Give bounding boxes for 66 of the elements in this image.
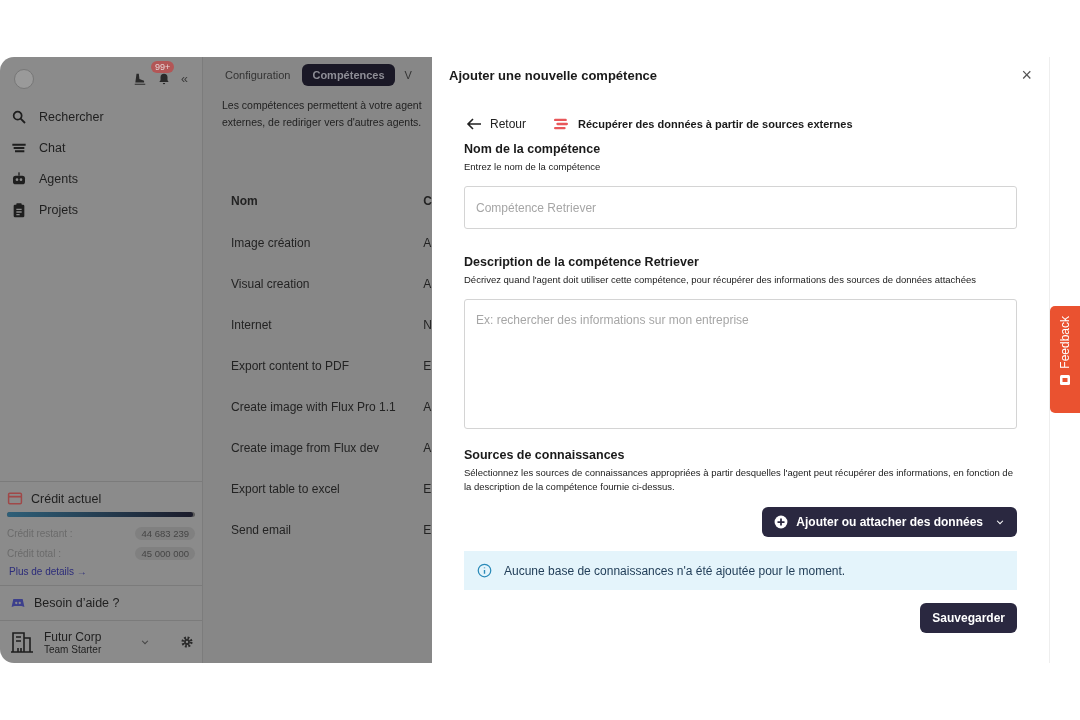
table-cell: Create image from Flux dev [222, 427, 424, 468]
nav-item[interactable]: Rechercher [0, 101, 202, 132]
section-hint: Sélectionnez les sources de connaissances appropriées à partir desquelles l'agent peut récupérer des informations, en fonction de la description de la compétence fournie ci-dessus. [464, 466, 1014, 494]
chevron-down-icon [140, 637, 150, 647]
search-icon [11, 108, 27, 125]
table-cell-text: Export table to excel [230, 480, 341, 498]
building-icon [10, 630, 34, 654]
field-label: Nom de la compétence [464, 142, 602, 156]
credit-card-icon [7, 492, 23, 506]
column-header: Nom [222, 194, 424, 222]
section-label: Sources de connaissances [464, 448, 626, 462]
game-controller-icon [10, 596, 26, 610]
description-text: externes, de rediriger vers d'autres agents. [222, 115, 423, 130]
table-cell-text: E [423, 357, 432, 375]
table-cell: Create image with Flux Pro 1.1 [222, 386, 424, 427]
table-cell-text: Export content to PDF [230, 357, 351, 375]
info-icon [477, 563, 492, 578]
notification-badge: 99+ [151, 61, 175, 73]
table-cell-text: A [423, 234, 432, 252]
table-cell: Visual creation [222, 263, 424, 304]
dialog-title: Ajouter une nouvelle compétence [449, 67, 658, 83]
field-hint: Entrez le nom de la compétence [464, 160, 602, 174]
stacked-lines-icon [552, 117, 571, 131]
field-hint: Décrivez quand l'agent doit utiliser cette compétence, pour récupérer des informations des sources de données attachées [464, 273, 977, 287]
close-button[interactable]: × [1021, 66, 1032, 84]
table-cell-text: A [423, 398, 432, 416]
help-item[interactable]: Besoin d’aide ? [0, 585, 202, 621]
table-cell-text: Send email [230, 521, 293, 539]
avatar[interactable] [14, 69, 34, 89]
back-button[interactable]: Retour [464, 117, 527, 131]
ice-skate-icon [133, 72, 148, 86]
credit-title: Crédit actuel [31, 492, 102, 506]
nav-item[interactable]: Agents [0, 163, 202, 194]
input-field[interactable]: Compétence Retriever [464, 186, 1017, 229]
source-title: Récupérer des données à partir de sources externes [578, 118, 853, 130]
workspace-name: Futur Corp [44, 629, 103, 644]
feedback-tab[interactable]: Feedback [1050, 305, 1080, 413]
workspace-plan: Team Starter [44, 643, 103, 655]
settings-icon [180, 635, 194, 649]
tab[interactable]: V [396, 64, 412, 86]
collapse-button[interactable]: « [181, 72, 188, 86]
chevron-down-icon [995, 517, 1005, 527]
feedback-icon [1059, 374, 1071, 387]
table-cell-text: N [423, 316, 432, 334]
plus-circle-icon [774, 515, 789, 529]
text-area[interactable]: Ex: rechercher des informations sur mon entreprise [464, 299, 1017, 429]
robot-icon [11, 170, 27, 187]
tab[interactable]: Compétences [302, 64, 395, 86]
table-cell-text: A [423, 439, 432, 457]
arrow-left-icon [466, 118, 482, 130]
table-cell-text: E [423, 480, 432, 498]
table-cell-text: E [423, 521, 432, 539]
save-button[interactable]: Sauvegarder [920, 603, 1017, 633]
add-data-button[interactable]: Ajouter ou attacher des données [762, 507, 1017, 537]
table-cell-text: Internet [230, 316, 273, 334]
info-text: Aucune base de connaissances n'a été ajoutée pour le moment. [504, 563, 846, 578]
column-header: C [423, 194, 432, 210]
table-cell: Image création [222, 222, 424, 263]
nav-item[interactable]: Chat [0, 132, 202, 163]
tab[interactable]: Configuration [215, 64, 301, 86]
description-text: Les compétences permettent à votre agent [222, 98, 423, 113]
details-link[interactable]: Plus de details → [9, 566, 193, 577]
table-cell-text: A [423, 275, 432, 293]
nav-item[interactable]: Projets [0, 194, 202, 225]
field-label: Description de la compétence Retriever [464, 255, 700, 269]
clipboard-icon [11, 201, 27, 218]
